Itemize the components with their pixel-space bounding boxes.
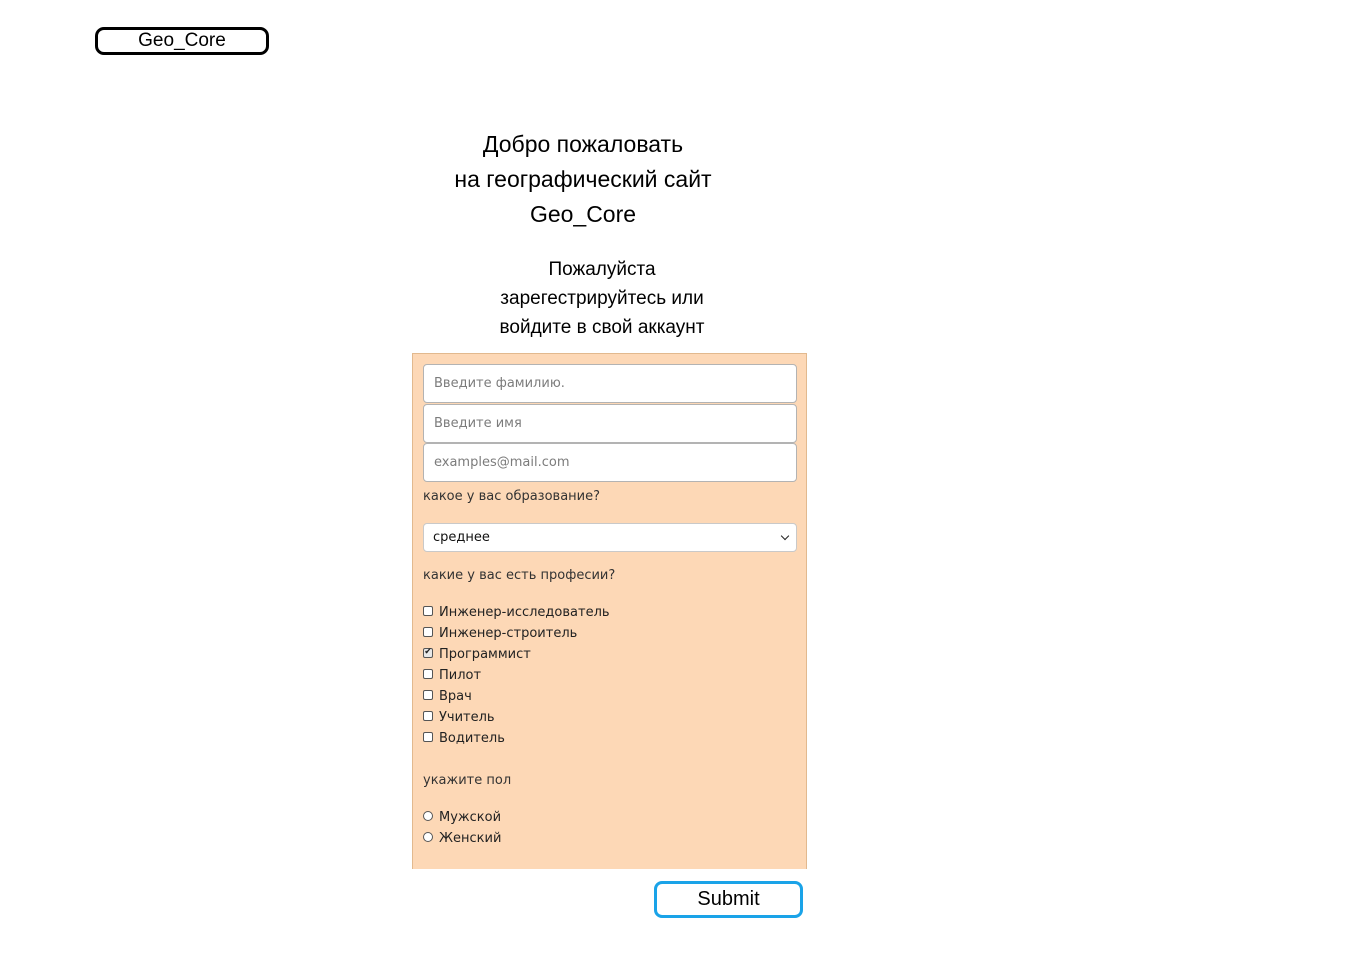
prompt-line: войдите в свой аккаунт xyxy=(499,317,705,338)
register-prompt: Пожалуйста зарегестрируйтесь или войдите… xyxy=(452,255,752,342)
gender-radio[interactable] xyxy=(423,810,433,821)
profession-checkbox[interactable] xyxy=(423,668,433,679)
name-input[interactable] xyxy=(423,404,797,443)
profession-checkbox[interactable] xyxy=(423,605,433,616)
profession-label: Водитель xyxy=(439,731,505,746)
registration-form: какое у вас образование? среднее какие у… xyxy=(412,353,807,869)
profession-label: Врач xyxy=(439,689,472,704)
profession-label: Программист xyxy=(439,647,531,662)
logo-text: Geo_Core xyxy=(138,29,226,51)
submit-label: Submit xyxy=(697,888,760,910)
welcome-heading: Добро пожаловать на географический сайт … xyxy=(383,127,783,232)
surname-input[interactable] xyxy=(423,364,797,403)
profession-option[interactable]: ✔ Программист xyxy=(423,644,610,665)
gender-option[interactable]: Женский xyxy=(423,828,501,849)
profession-option[interactable]: Врач xyxy=(423,686,610,707)
profession-option[interactable]: Водитель xyxy=(423,728,610,749)
professions-list: Инженер-исследователь Инженер-строитель ✔ П… xyxy=(423,602,610,749)
education-select[interactable]: среднее xyxy=(423,523,797,552)
profession-label: Инженер-исследователь xyxy=(439,605,610,620)
profession-label: Инженер-строитель xyxy=(439,626,578,641)
gender-options: Мужской Женский xyxy=(423,807,501,849)
submit-button[interactable]: Submit xyxy=(654,881,803,918)
gender-radio[interactable] xyxy=(423,831,433,842)
gender-label: укажите пол xyxy=(423,773,512,788)
education-label: какое у вас образование? xyxy=(423,489,601,504)
profession-checkbox[interactable] xyxy=(423,731,433,742)
profession-checkbox[interactable] xyxy=(423,689,433,700)
profession-option[interactable]: Инженер-исследователь xyxy=(423,602,610,623)
email-input[interactable] xyxy=(423,443,797,482)
profession-checkbox[interactable]: ✔ xyxy=(423,647,433,658)
professions-label: какие у вас есть професии? xyxy=(423,568,616,583)
gender-option[interactable]: Мужской xyxy=(423,807,501,828)
chevron-down-icon xyxy=(780,531,790,540)
profession-option[interactable]: Пилот xyxy=(423,665,610,686)
profession-option[interactable]: Инженер-строитель xyxy=(423,623,610,644)
welcome-line: Добро пожаловать xyxy=(482,131,684,157)
prompt-line: зарегестрируйтесь или xyxy=(500,288,704,309)
profession-label: Учитель xyxy=(439,710,495,725)
profession-label: Пилот xyxy=(439,668,482,683)
profession-checkbox[interactable] xyxy=(423,710,433,721)
gender-label-text: Женский xyxy=(439,831,502,846)
site-logo[interactable]: Geo_Core xyxy=(95,27,269,55)
profession-checkbox[interactable] xyxy=(423,626,433,637)
education-selected-value: среднее xyxy=(433,530,490,545)
profession-option[interactable]: Учитель xyxy=(423,707,610,728)
gender-label-text: Мужской xyxy=(439,810,502,825)
welcome-line: на географический сайт xyxy=(454,166,712,192)
prompt-line: Пожалуйста xyxy=(548,259,656,280)
welcome-line: Geo_Core xyxy=(529,201,637,227)
